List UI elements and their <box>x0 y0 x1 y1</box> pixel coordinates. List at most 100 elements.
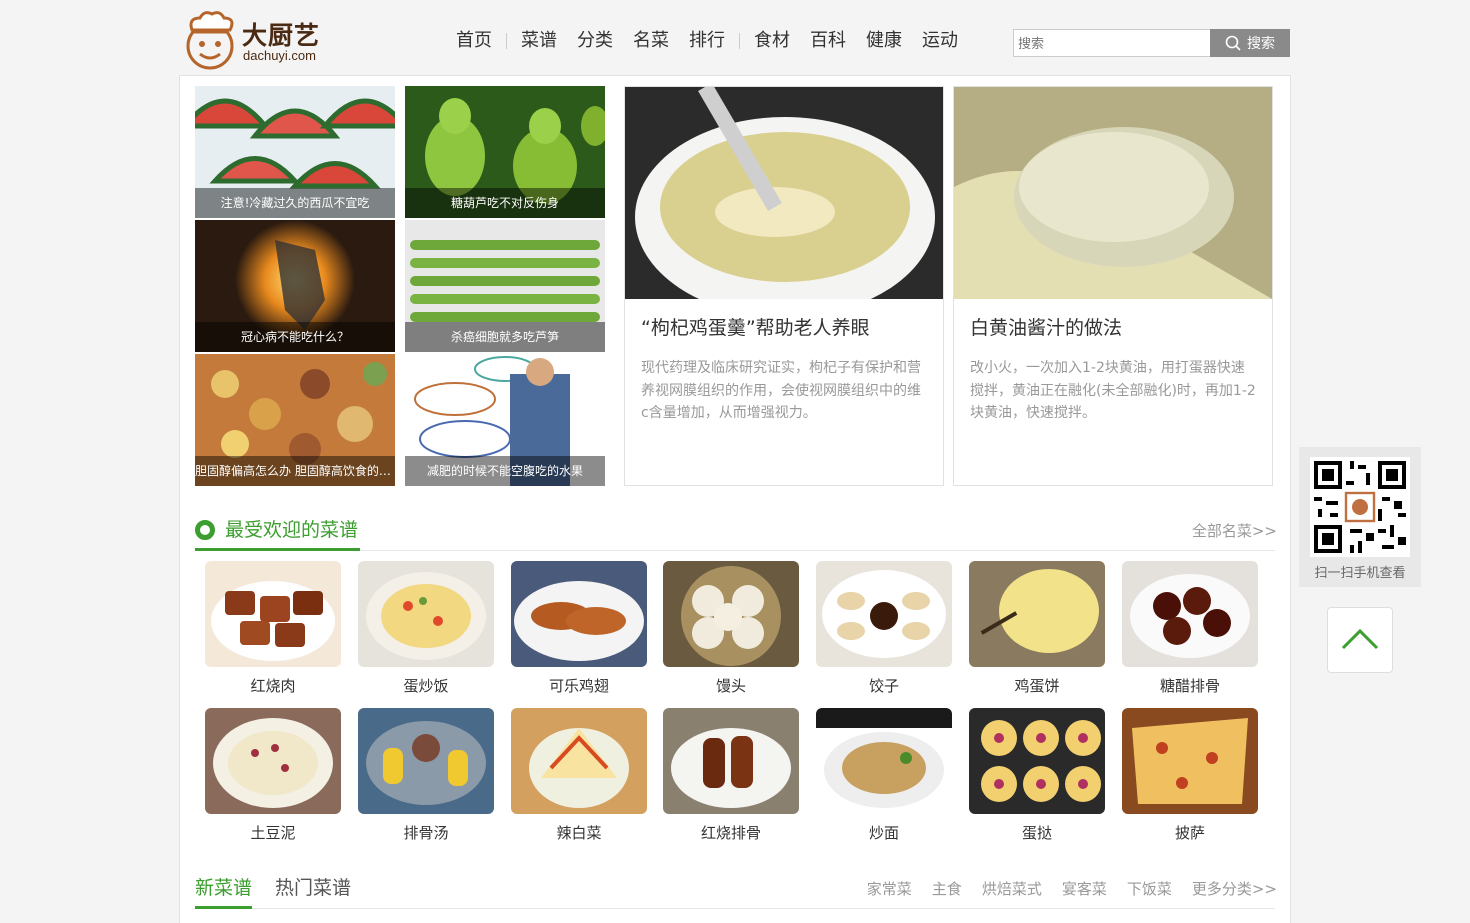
tab-new-recipes[interactable]: 新菜谱 <box>195 873 253 909</box>
nav-divider <box>506 33 507 49</box>
article-thumb[interactable]: 注意!冷藏过久的西瓜不宜吃 <box>195 86 395 218</box>
popular-section-title: 最受欢迎的菜谱 <box>195 515 361 551</box>
dish-name: 蛋炒饭 <box>403 677 449 695</box>
qr-code-label: 扫一扫手机查看 <box>1314 566 1406 581</box>
chef-logo-icon <box>186 11 234 70</box>
dish-name: 辣白菜 <box>556 824 602 842</box>
nav-home[interactable]: 首页 <box>446 29 502 53</box>
egg-custard-image <box>625 87 943 299</box>
qr-code-icon <box>1310 457 1410 557</box>
dish-card[interactable]: 土豆泥 <box>205 708 341 848</box>
nav-health[interactable]: 健康 <box>856 29 912 53</box>
dish-card[interactable]: 红烧肉 <box>205 561 341 701</box>
dish-image <box>358 561 494 667</box>
dish-image <box>205 561 341 667</box>
dish-name: 排骨汤 <box>403 824 449 842</box>
dish-image <box>1122 561 1258 667</box>
dish-card[interactable]: 排骨汤 <box>358 708 494 848</box>
dish-card[interactable]: 红烧排骨 <box>663 708 799 848</box>
dish-card[interactable]: 鸡蛋饼 <box>969 561 1105 701</box>
dish-name: 馒头 <box>715 677 746 695</box>
category-links: 家常菜 主食 烘焙菜式 宴客菜 下饭菜 更多分类>> <box>867 878 1277 899</box>
nav-ingredients[interactable]: 食材 <box>744 29 800 53</box>
nav-sports[interactable]: 运动 <box>912 29 968 53</box>
featured-article-title: “枸杞鸡蛋羹”帮助老人养眼 <box>641 317 870 339</box>
brand-name: 大厨艺 <box>242 21 321 50</box>
nav-ranking[interactable]: 排行 <box>679 29 735 53</box>
logo[interactable]: 大厨艺 dachuyi.com <box>180 10 330 70</box>
dish-image <box>511 708 647 814</box>
search-button-label: 搜索 <box>1247 36 1275 52</box>
search-icon <box>1225 35 1241 51</box>
recipe-tabs: 新菜谱 热门菜谱 家常菜 主食 烘焙菜式 宴客菜 下饭菜 更多分类>> <box>195 873 1277 909</box>
dish-image <box>511 561 647 667</box>
dish-card[interactable]: 披萨 <box>1122 708 1258 848</box>
article-thumb-caption: 杀癌细胞就多吃芦笋 <box>405 322 605 352</box>
nav-categories[interactable]: 分类 <box>567 29 623 53</box>
popular-section-header: 最受欢迎的菜谱 全部名菜>> <box>195 511 1277 551</box>
dish-image <box>816 708 952 814</box>
article-thumb-caption: 冠心病不能吃什么？ <box>195 322 395 352</box>
dish-name: 蛋挞 <box>1021 824 1052 842</box>
article-thumb[interactable]: 减肥的时候不能空腹吃的水果 <box>405 354 605 486</box>
chevron-up-icon <box>1341 628 1379 650</box>
article-thumb[interactable]: 杀癌细胞就多吃芦笋 <box>405 220 605 352</box>
header: 大厨艺 dachuyi.com 首页 菜谱 分类 名菜 排行 食材 百科 健康 … <box>0 0 1470 76</box>
all-famous-dishes-link[interactable]: 全部名菜>> <box>1192 520 1277 541</box>
featured-article-desc: 改小火，一次加入1-2块黄油，用打蛋器快速搅拌，黄油正在融化(未全部融化)时，再… <box>970 360 1256 421</box>
featured-article-desc: 现代药理及临床研究证实，枸杞子有保护和营养视网膜组织的作用，会使视网膜组织中的维… <box>641 360 921 421</box>
dish-image <box>663 708 799 814</box>
brand-domain: dachuyi.com <box>243 48 316 63</box>
dish-card[interactable]: 蛋炒饭 <box>358 561 494 701</box>
article-thumb-caption: 减肥的时候不能空腹吃的水果 <box>405 456 605 486</box>
nav-divider <box>739 33 740 49</box>
dish-card[interactable]: 辣白菜 <box>511 708 647 848</box>
article-thumb[interactable]: 糖葫芦吃不对反伤身 <box>405 86 605 218</box>
dish-image <box>663 561 799 667</box>
search-input[interactable] <box>1013 29 1211 57</box>
dish-name: 糖醋排骨 <box>1159 677 1220 695</box>
dish-card[interactable]: 饺子 <box>816 561 952 701</box>
dish-name: 炒面 <box>868 824 899 842</box>
tab-hot-recipes[interactable]: 热门菜谱 <box>275 873 351 909</box>
featured-article[interactable]: “枸杞鸡蛋羹”帮助老人养眼 现代药理及临床研究证实，枸杞子有保护和营养视网膜组织… <box>624 86 944 486</box>
nav-encyclopedia[interactable]: 百科 <box>800 29 856 53</box>
nav-recipes[interactable]: 菜谱 <box>511 29 567 53</box>
dish-name: 可乐鸡翅 <box>548 677 609 695</box>
back-to-top-button[interactable] <box>1327 607 1393 673</box>
dish-card[interactable]: 炒面 <box>816 708 952 848</box>
dish-card[interactable]: 可乐鸡翅 <box>511 561 647 701</box>
category-link[interactable]: 宴客菜 <box>1062 878 1107 899</box>
dish-name: 披萨 <box>1174 824 1205 842</box>
dish-image <box>1122 708 1258 814</box>
qr-code-box: 扫一扫手机查看 <box>1299 447 1421 587</box>
category-link[interactable]: 家常菜 <box>867 878 912 899</box>
dish-card[interactable]: 蛋挞 <box>969 708 1105 848</box>
dish-image <box>358 708 494 814</box>
category-link[interactable]: 主食 <box>932 878 962 899</box>
dish-name: 红烧排骨 <box>700 824 761 842</box>
search-button[interactable]: 搜索 <box>1210 29 1290 57</box>
article-thumb[interactable]: 冠心病不能吃什么？ <box>195 220 395 352</box>
dish-name: 鸡蛋饼 <box>1014 677 1060 695</box>
nav-famous[interactable]: 名菜 <box>623 29 679 53</box>
dish-name: 红烧肉 <box>250 677 296 695</box>
article-thumb-caption: 注意!冷藏过久的西瓜不宜吃 <box>195 188 395 218</box>
search-bar: 搜索 <box>1013 29 1290 57</box>
category-link[interactable]: 烘焙菜式 <box>982 878 1042 899</box>
dish-card[interactable]: 糖醋排骨 <box>1122 561 1258 701</box>
dish-image <box>969 708 1105 814</box>
dish-card[interactable]: 馒头 <box>663 561 799 701</box>
article-thumb-caption: 胆固醇偏高怎么办 胆固醇高饮食的注意事项 <box>195 456 395 486</box>
featured-article-title: 白黄油酱汁的做法 <box>970 317 1123 339</box>
featured-article-image <box>625 87 943 299</box>
featured-article[interactable]: 白黄油酱汁的做法 改小火，一次加入1-2块黄油，用打蛋器快速搅拌，黄油正在融化(… <box>953 86 1273 486</box>
article-thumb[interactable]: 胆固醇偏高怎么办 胆固醇高饮食的注意事项 <box>195 354 395 486</box>
category-link[interactable]: 下饭菜 <box>1127 878 1172 899</box>
butter-sauce-image <box>954 87 1272 299</box>
featured-article-image <box>954 87 1272 299</box>
dish-image <box>969 561 1105 667</box>
article-thumb-caption: 糖葫芦吃不对反伤身 <box>405 188 605 218</box>
dish-name: 饺子 <box>868 677 899 695</box>
more-categories-link[interactable]: 更多分类>> <box>1192 878 1277 899</box>
